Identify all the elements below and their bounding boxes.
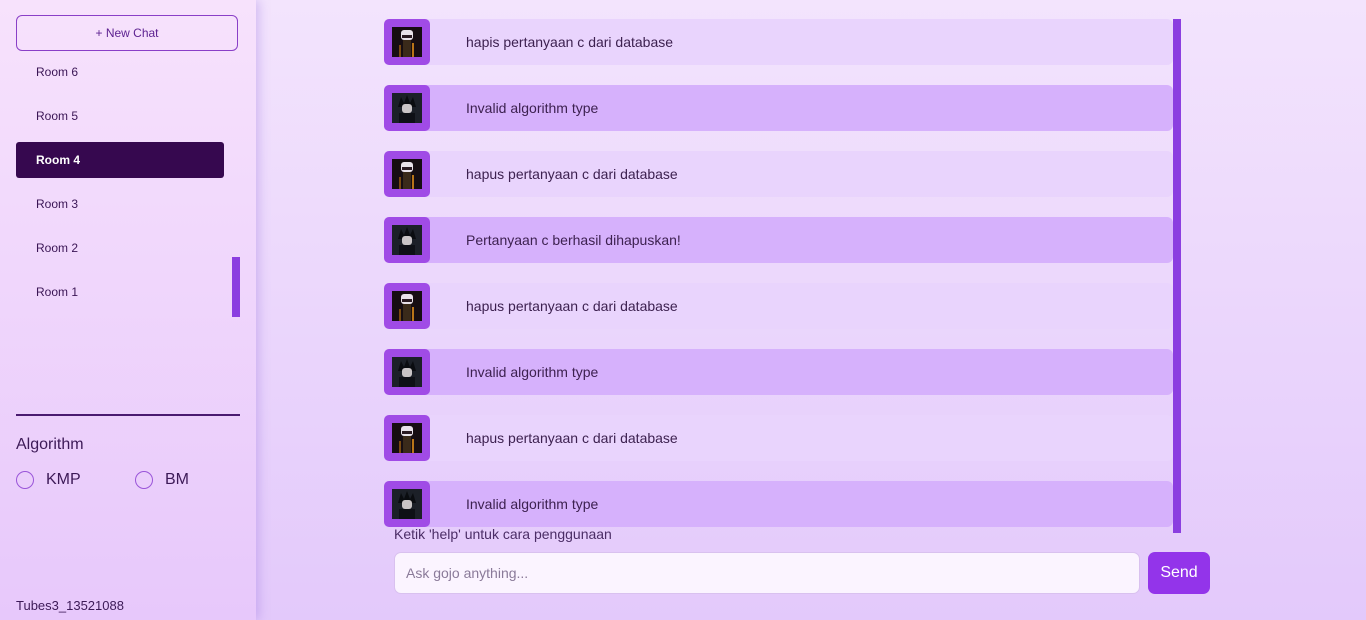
sidebar: + New Chat Room 6 Room 5 Room 4 Room 3 R… xyxy=(0,0,256,620)
megumi-avatar-icon xyxy=(392,357,422,387)
room-item-1[interactable]: Room 1 xyxy=(16,274,224,310)
chat-message-bot: Pertanyaan c berhasil dihapuskan! xyxy=(384,217,1173,263)
send-button[interactable]: Send xyxy=(1148,552,1210,594)
gojo-avatar-icon xyxy=(392,423,422,453)
avatar xyxy=(384,217,430,263)
radio-kmp-label: KMP xyxy=(46,471,81,488)
radio-bm[interactable]: BM xyxy=(135,469,189,491)
footer-text: Tubes3_13521088 xyxy=(16,598,124,613)
megumi-avatar-icon xyxy=(392,489,422,519)
message-text: Invalid algorithm type xyxy=(466,364,599,380)
message-text: hapus pertanyaan c dari database xyxy=(466,298,678,314)
chat-message-user: hapus pertanyaan c dari database xyxy=(384,283,1173,329)
chat-log: hapis pertanyaan c dari database Invalid… xyxy=(384,19,1173,547)
avatar xyxy=(384,415,430,461)
room-item-5[interactable]: Room 5 xyxy=(16,98,224,134)
avatar xyxy=(384,349,430,395)
avatar xyxy=(384,481,430,527)
chat-message-bot: Invalid algorithm type xyxy=(384,349,1173,395)
sidebar-divider xyxy=(16,414,240,416)
gojo-avatar-icon xyxy=(392,159,422,189)
chat-message-user: hapus pertanyaan c dari database xyxy=(384,151,1173,197)
avatar xyxy=(384,19,430,65)
chat-input[interactable] xyxy=(394,552,1140,594)
room-item-6[interactable]: Room 6 xyxy=(16,54,224,90)
gojo-avatar-icon xyxy=(392,27,422,57)
chat-scrollbar[interactable] xyxy=(1173,19,1181,533)
gojo-avatar-icon xyxy=(392,291,422,321)
message-text: Pertanyaan c berhasil dihapuskan! xyxy=(466,232,681,248)
radio-kmp[interactable]: KMP xyxy=(16,469,81,491)
message-text: hapis pertanyaan c dari database xyxy=(466,34,674,50)
radio-bm-label: BM xyxy=(165,471,189,488)
message-text: Invalid algorithm type xyxy=(466,496,599,512)
avatar xyxy=(384,85,430,131)
radio-kmp-circle[interactable] xyxy=(16,471,34,489)
chat-message-bot: Invalid algorithm type xyxy=(384,481,1173,527)
new-chat-button[interactable]: + New Chat xyxy=(16,15,238,51)
room-list: Room 6 Room 5 Room 4 Room 3 Room 2 Room … xyxy=(16,54,224,318)
avatar xyxy=(384,151,430,197)
room-item-2[interactable]: Room 2 xyxy=(16,230,224,266)
avatar xyxy=(384,283,430,329)
room-item-3[interactable]: Room 3 xyxy=(16,186,224,222)
message-text: hapus pertanyaan c dari database xyxy=(466,430,678,446)
room-list-scrollbar[interactable] xyxy=(232,257,240,317)
algorithm-title: Algorithm xyxy=(16,436,84,453)
message-text: hapus pertanyaan c dari database xyxy=(466,166,678,182)
chat-message-bot: Invalid algorithm type xyxy=(384,85,1173,131)
message-text: Invalid algorithm type xyxy=(466,100,599,116)
chat-message-user: hapus pertanyaan c dari database xyxy=(384,415,1173,461)
radio-bm-circle[interactable] xyxy=(135,471,153,489)
megumi-avatar-icon xyxy=(392,225,422,255)
room-item-4[interactable]: Room 4 xyxy=(16,142,224,178)
chat-message-user: hapis pertanyaan c dari database xyxy=(384,19,1173,65)
help-hint: Ketik 'help' untuk cara penggunaan xyxy=(394,526,612,542)
megumi-avatar-icon xyxy=(392,93,422,123)
